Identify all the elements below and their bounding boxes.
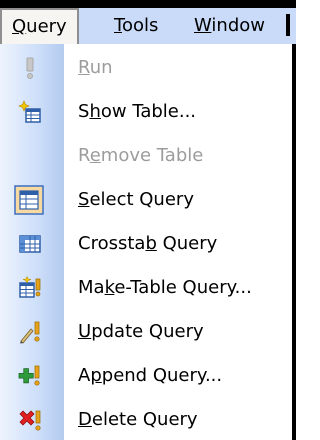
menu-item-update-query-label: Update Query: [78, 321, 204, 342]
menu-item-select-query[interactable]: Select Query: [0, 180, 292, 220]
menu-item-append-query[interactable]: Append Query...: [0, 356, 292, 396]
menu-item-update-query[interactable]: Update Query: [0, 312, 292, 352]
menu-item-append-query-label: Append Query...: [78, 365, 223, 386]
update-query-icon: [18, 320, 42, 344]
menu-query[interactable]: Query: [0, 8, 79, 46]
menu-query-accesskey: Q: [12, 16, 27, 37]
menu-query-label: uery: [26, 16, 67, 37]
append-query-icon: [18, 364, 42, 388]
menu-item-remove-table[interactable]: Remove Table: [0, 136, 292, 176]
menu-item-delete-query-label: Delete Query: [78, 409, 198, 430]
crosstab-query-icon: [18, 232, 42, 256]
run-exclamation-icon: [18, 56, 42, 80]
select-query-icon: [14, 185, 44, 215]
menu-tools[interactable]: Tools: [104, 8, 168, 44]
show-table-icon: [18, 100, 42, 124]
menu-item-run-label: Run: [78, 57, 113, 78]
menu-item-select-query-label: Select Query: [78, 189, 194, 210]
menu-item-show-table[interactable]: Show Table...: [0, 92, 292, 132]
menu-window-label: indow: [211, 15, 265, 36]
menu-item-crosstab-query[interactable]: Crosstab Query: [0, 224, 292, 264]
menu-item-make-table-query-label: Make-Table Query...: [78, 277, 252, 298]
menu-window[interactable]: Window: [184, 8, 275, 44]
menu-tools-accesskey: T: [114, 15, 122, 36]
query-dropdown-menu: Run Show Table... Remove Table Select Qu…: [0, 44, 296, 440]
menu-window-accesskey: W: [194, 15, 212, 36]
delete-query-icon: [18, 408, 42, 432]
menu-item-crosstab-query-label: Crosstab Query: [78, 233, 218, 254]
menu-item-show-table-label: Show Table...: [78, 101, 197, 122]
make-table-query-icon: [18, 275, 42, 300]
menu-tools-label: ools: [121, 15, 159, 36]
menu-item-delete-query[interactable]: Delete Query: [0, 400, 292, 440]
menu-bar: Query Tools Window: [0, 0, 296, 46]
menu-item-remove-table-label: Remove Table: [78, 145, 204, 166]
menu-item-run[interactable]: Run: [0, 48, 292, 88]
menu-item-make-table-query[interactable]: Make-Table Query...: [0, 268, 292, 308]
